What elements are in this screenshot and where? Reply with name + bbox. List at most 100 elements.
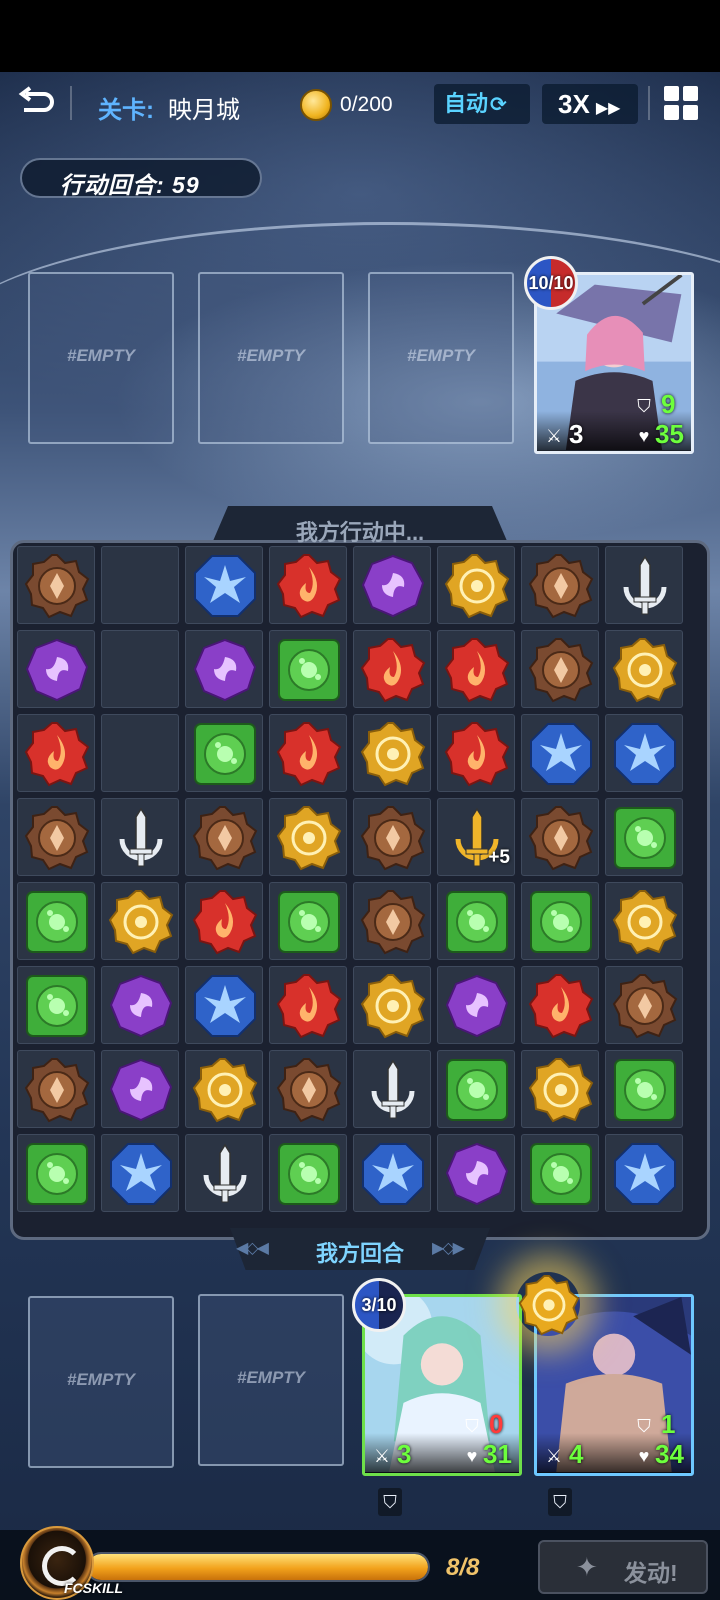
board-cell[interactable] <box>269 546 347 624</box>
board-cell[interactable] <box>353 798 431 876</box>
board-cell[interactable] <box>17 1134 95 1212</box>
board-cell[interactable] <box>101 1134 179 1212</box>
board-cell[interactable] <box>17 798 95 876</box>
board-cell[interactable] <box>185 714 263 792</box>
board-cell[interactable] <box>185 1134 263 1212</box>
board-cell[interactable] <box>269 714 347 792</box>
speed-label: 3X <box>558 89 590 119</box>
fire-gem-icon <box>276 722 342 787</box>
board-cell[interactable] <box>185 966 263 1044</box>
magic-wand-icon: ✦ <box>576 1552 598 1582</box>
board-cell[interactable] <box>521 966 599 1044</box>
board-cell[interactable] <box>437 630 515 708</box>
board-cell[interactable] <box>185 546 263 624</box>
board-cell[interactable] <box>269 966 347 1044</box>
board-cell[interactable] <box>269 1050 347 1128</box>
turn-counter-text: 行动回合: 59 <box>60 172 200 198</box>
board-cell[interactable] <box>437 1050 515 1128</box>
slot-label: #EMPTY <box>66 346 136 365</box>
launch-button[interactable]: ✦ 发动! <box>538 1540 708 1594</box>
board-cell[interactable] <box>185 798 263 876</box>
board-cell[interactable] <box>269 630 347 708</box>
board-cell[interactable] <box>521 1134 599 1212</box>
board-cell[interactable] <box>185 630 263 708</box>
board-cell[interactable] <box>101 1050 179 1128</box>
board-cell[interactable] <box>353 1050 431 1128</box>
board-cell[interactable] <box>101 630 179 708</box>
board-cell[interactable] <box>521 546 599 624</box>
heart-icon: ♥ <box>638 1446 650 1466</box>
board-cell[interactable] <box>353 630 431 708</box>
grid-menu-icon[interactable] <box>664 86 698 120</box>
board-cell[interactable] <box>437 966 515 1044</box>
board-cell[interactable] <box>605 966 683 1044</box>
enemy-slot: #EMPTY <box>28 272 174 444</box>
board-cell[interactable] <box>605 714 683 792</box>
defense-value: 0 <box>489 1409 504 1439</box>
board-cell[interactable] <box>353 714 431 792</box>
board-cell[interactable] <box>521 630 599 708</box>
attack-value: 3 <box>397 1439 412 1469</box>
board-cell[interactable] <box>605 630 683 708</box>
wind-gem-icon <box>26 1143 88 1205</box>
speed-button[interactable]: 3X ▶▶ <box>542 84 638 124</box>
board-cell[interactable]: +5 <box>437 798 515 876</box>
board-cell[interactable] <box>17 546 95 624</box>
earth-gem-icon <box>24 1058 90 1123</box>
board-cell[interactable] <box>521 714 599 792</box>
board-cell[interactable] <box>605 1134 683 1212</box>
coin-counter: 0/200 <box>340 93 393 116</box>
board-cell[interactable] <box>101 798 179 876</box>
fire-gem-icon <box>360 638 426 703</box>
board-cell[interactable] <box>17 882 95 960</box>
board-cell[interactable] <box>353 1134 431 1212</box>
fire-gem-icon <box>276 554 342 619</box>
board-cell[interactable] <box>437 882 515 960</box>
earth-gem-icon <box>276 1058 342 1123</box>
light-gem-icon <box>108 890 174 955</box>
board-cell[interactable] <box>17 630 95 708</box>
board-cell[interactable] <box>17 966 95 1044</box>
board-cell[interactable] <box>437 1134 515 1212</box>
light-gem-icon <box>444 554 510 619</box>
shield-icon: ⛉ <box>637 1416 651 1436</box>
board-cell[interactable] <box>605 1050 683 1128</box>
board-cell[interactable] <box>437 546 515 624</box>
light-gem-icon <box>192 1058 258 1123</box>
board-cell[interactable] <box>353 966 431 1044</box>
back-icon[interactable] <box>16 84 56 124</box>
board-cell[interactable] <box>605 798 683 876</box>
fire-gem-icon <box>24 722 90 787</box>
board-cell[interactable] <box>521 798 599 876</box>
dark-gem-icon <box>109 974 173 1038</box>
turn-counter: 行动回合: 59 <box>20 158 262 198</box>
auto-button[interactable]: 自动 ⟳ <box>434 84 530 124</box>
board-cell[interactable] <box>269 882 347 960</box>
fc-skill-label: FCSKILL <box>64 1580 124 1596</box>
board-cell[interactable] <box>269 798 347 876</box>
board-cell[interactable] <box>521 1050 599 1128</box>
shield-icon: ⛉ <box>378 1488 402 1516</box>
board-cell[interactable] <box>521 882 599 960</box>
board-cell[interactable] <box>353 546 431 624</box>
board-cell[interactable] <box>269 1134 347 1212</box>
board-cell[interactable] <box>437 714 515 792</box>
board-cell[interactable] <box>353 882 431 960</box>
board-cell[interactable] <box>605 546 683 624</box>
fire-gem-icon <box>528 974 594 1039</box>
board-cell[interactable] <box>185 1050 263 1128</box>
board-cell[interactable] <box>101 714 179 792</box>
board-cell[interactable] <box>17 1050 95 1128</box>
defense-value: 1 <box>661 1409 676 1439</box>
board-cell[interactable] <box>101 882 179 960</box>
board-cell[interactable] <box>101 546 179 624</box>
board-cell[interactable] <box>17 714 95 792</box>
refresh-icon: ⟳ <box>490 94 507 116</box>
light-gem-icon <box>360 722 426 787</box>
earth-gem-icon <box>360 806 426 871</box>
sword-gem-icon <box>119 807 163 867</box>
board-cell[interactable] <box>605 882 683 960</box>
board-cell[interactable] <box>185 882 263 960</box>
shield-icon: ⛉ <box>548 1488 572 1516</box>
board-cell[interactable] <box>101 966 179 1044</box>
